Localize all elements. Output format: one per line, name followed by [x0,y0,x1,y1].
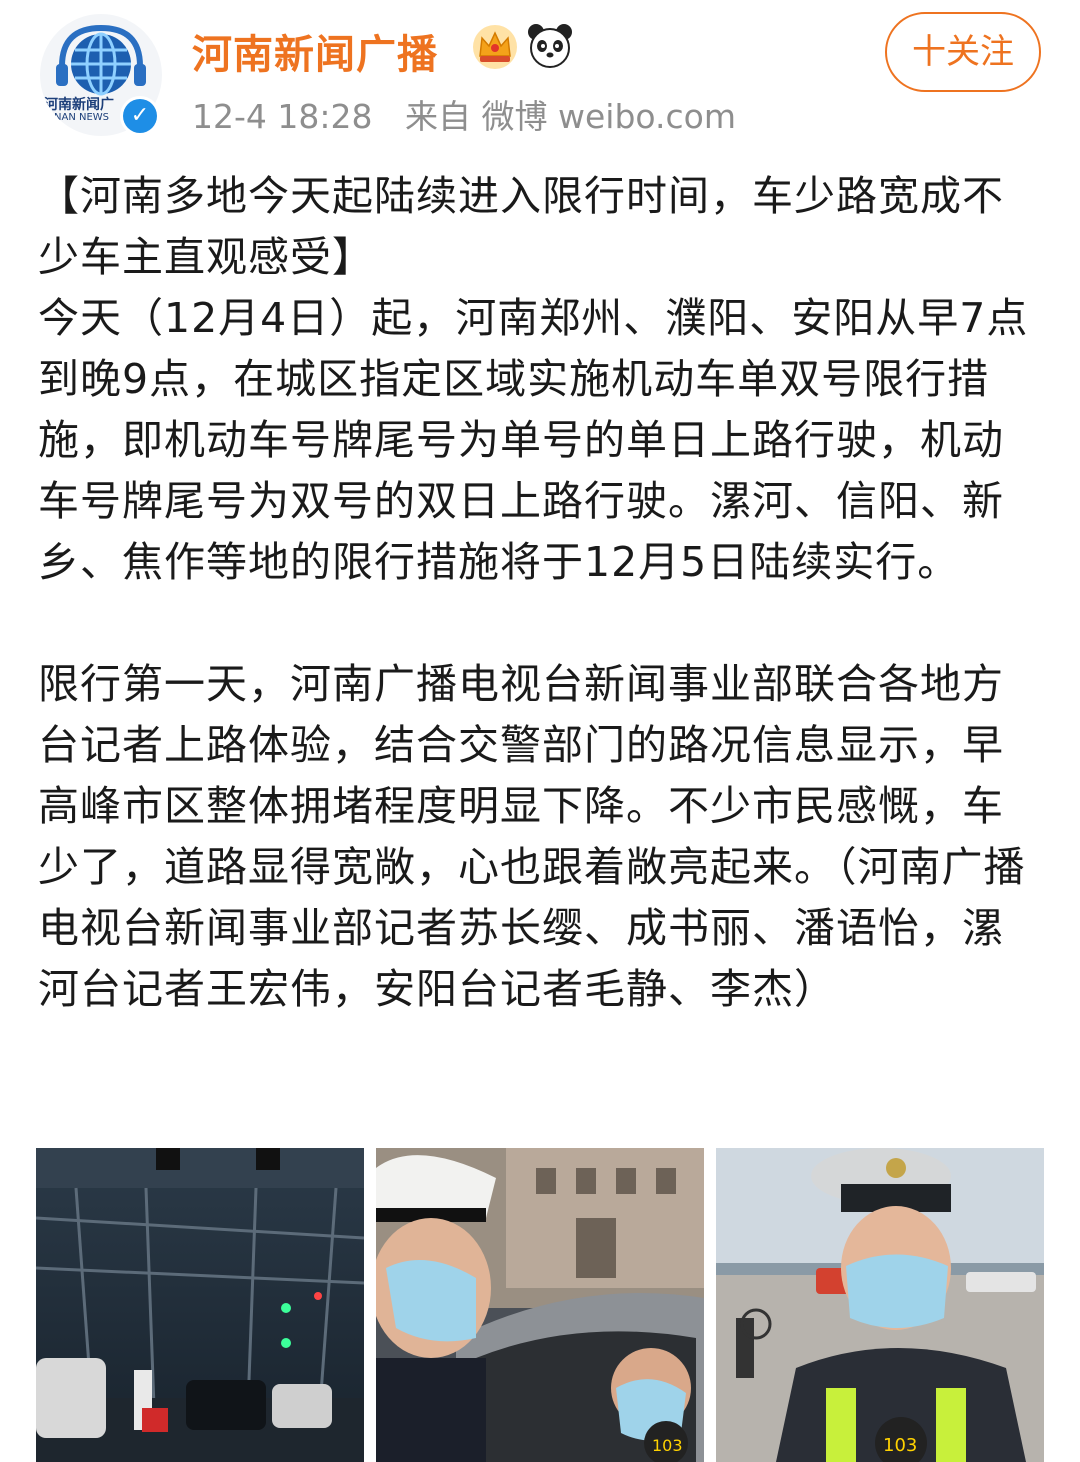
post-source: 来自 微博 weibo.com [405,97,736,136]
post-image-1[interactable] [36,1148,364,1462]
svg-text:103: 103 [652,1436,683,1455]
verified-badge: ✓ [120,96,160,136]
police-checking-driver-photo-icon: 103 [376,1148,704,1462]
police-officer-interview-photo-icon: 103 [716,1148,1044,1462]
user-name[interactable]: 河南新闻广播 [192,22,438,80]
post-time: 12-4 18:28 [192,97,373,136]
post-image-2[interactable]: 103 [376,1148,704,1462]
post-paragraph: 今天（12月4日）起，河南郑州、濮阳、安阳从早7点到晚9点，在城区指定区域实施机… [38,294,1029,586]
post-image-3[interactable]: 103 [716,1148,1044,1462]
avatar-text: 河南新闻广 [44,97,114,113]
post-paragraph: 限行第一天，河南广播电视台新闻事业部联合各地方台记者上路体验，结合交警部门的路况… [38,660,1026,1013]
panda-badge-icon [528,24,572,68]
post-header: 河南新闻广 NAN NEWS ✓ 河南新闻广播 12-4 18:28 来自 微博… [0,0,1080,150]
post-title: 【河南多地今天起陆续进入限行时间，车少路宽成不少车主直观感受】 [38,172,1004,281]
follow-button[interactable]: 十关注 [885,12,1041,92]
verified-check-icon: ✓ [123,99,157,133]
crown-badge-icon [473,25,517,69]
post-body: 【河南多地今天起陆续进入限行时间，车少路宽成不少车主直观感受】 今天（12月4日… [38,166,1038,1020]
post-meta: 12-4 18:28 来自 微博 weibo.com [192,90,758,138]
svg-text:103: 103 [883,1435,917,1456]
traffic-road-photo-icon [36,1148,364,1462]
image-grid: 103 103 [36,1148,1044,1462]
avatar-subtext: NAN NEWS [54,112,110,123]
